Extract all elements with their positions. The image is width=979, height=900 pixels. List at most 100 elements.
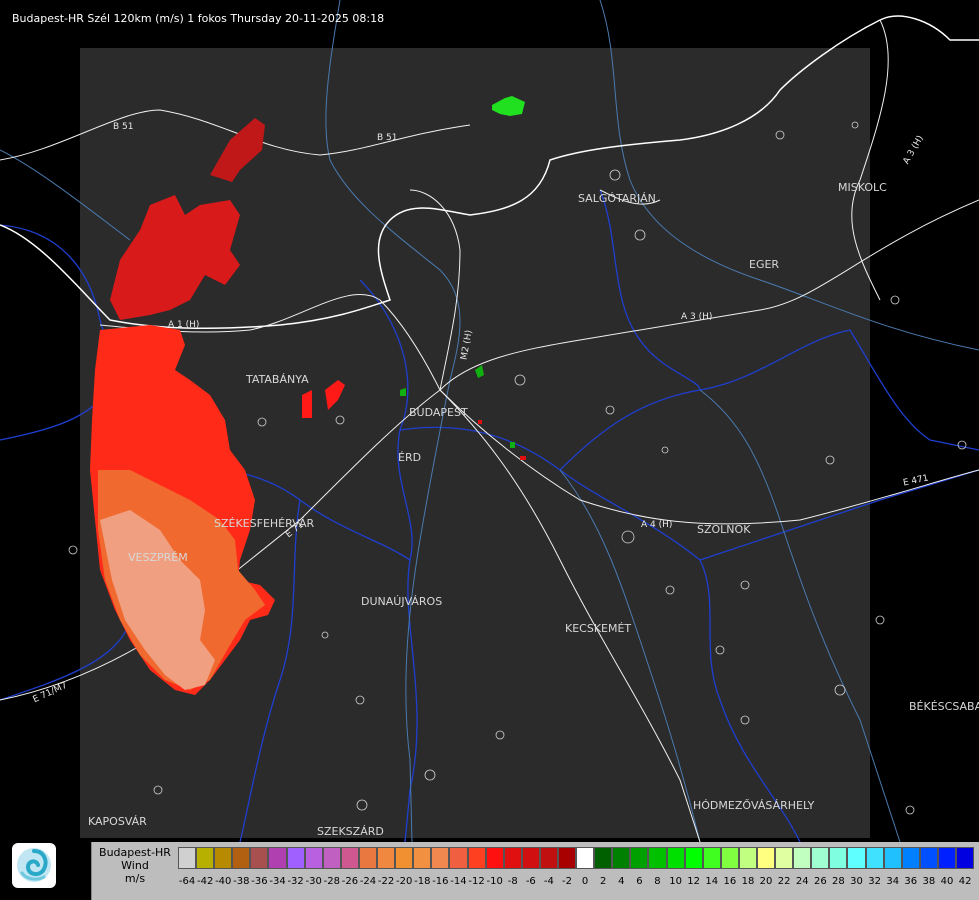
legend-tick-label: -36 <box>251 876 268 887</box>
legend-tick-label: 14 <box>705 876 719 887</box>
radar-map <box>0 0 979 842</box>
legend-tick-label: 2 <box>600 876 607 887</box>
legend-tick-label: -30 <box>305 876 322 887</box>
legend-tick-label: 18 <box>741 876 755 887</box>
legend-tick-label: 26 <box>813 876 827 887</box>
legend-swatch <box>847 847 866 869</box>
legend-swatch <box>539 847 558 869</box>
legend-tick-label: 0 <box>581 876 589 887</box>
legend-tick-label: -34 <box>269 876 286 887</box>
legend-tick-label: -26 <box>341 876 359 887</box>
legend-swatch <box>503 847 522 869</box>
legend-tick-label: -22 <box>377 876 395 887</box>
legend-swatch <box>919 847 938 869</box>
legend-ticks: -64 -42 -40 -38 -36 -34 -32 -30 -28 -26 -24 -22 -20-… <box>178 876 974 887</box>
legend-tick-label: -18 <box>414 876 431 887</box>
legend-swatch <box>178 847 197 869</box>
legend-swatch <box>286 847 305 869</box>
legend-tick-label: 40 <box>940 876 954 887</box>
legend-tick-label: -10 <box>486 876 503 887</box>
legend-tick-label: 42 <box>958 876 972 887</box>
legend-swatch <box>304 847 323 869</box>
legend-tick-label: 16 <box>723 876 737 887</box>
legend-tick-label: -24 <box>359 876 377 887</box>
legend-swatch <box>757 847 776 869</box>
legend-swatch <box>340 847 359 869</box>
legend-tick-label: -16 <box>432 876 449 887</box>
legend-tick-label: -28 <box>323 876 340 887</box>
legend-tick-label: 38 <box>922 876 936 887</box>
city-label: HÓDMEZŐVÁSÁRHELY <box>693 799 815 812</box>
legend-swatch <box>322 847 341 869</box>
legend-swatch <box>865 847 884 869</box>
legend-tick-label: 28 <box>832 876 845 887</box>
map-title: Budapest-HR Szél 120km (m/s) 1 fokos Thu… <box>12 12 385 25</box>
legend-tick-label: -20 <box>396 876 413 887</box>
city-label: BUDAPEST <box>409 406 468 419</box>
city-label: ÉRD <box>398 451 422 464</box>
city-label: DUNAÚJVÁROS <box>361 595 443 608</box>
legend-tick-label: 8 <box>654 876 661 887</box>
legend-tick-label: 34 <box>886 876 900 887</box>
legend-tick-label: -14 <box>450 876 467 887</box>
city-label: KECSKEMÉT <box>565 622 632 635</box>
city-label: MISKOLC <box>838 181 887 194</box>
legend-title-line: m/s <box>124 872 146 885</box>
legend-swatch <box>377 847 396 869</box>
legend-tick-label: -64 <box>178 876 196 887</box>
legend-swatch <box>684 847 703 869</box>
legend-tick-label: -6 <box>525 876 536 887</box>
legend-swatch <box>214 847 233 869</box>
legend-swatch <box>232 847 251 869</box>
legend-tick-label: -32 <box>287 876 304 887</box>
legend-swatch <box>485 847 504 869</box>
legend-tick-label: 36 <box>904 876 918 887</box>
road-label: A 3 (H) <box>681 312 713 322</box>
city-label: SZOLNOK <box>697 523 751 536</box>
logo-icon <box>12 843 56 888</box>
legend-swatch <box>720 847 739 869</box>
color-legend: Budapest-HR Wind m/s -64 -42 -40 -38 -36 -34-… <box>91 842 979 900</box>
road-label: A 4 (H) <box>641 520 673 530</box>
legend-swatch <box>431 847 450 869</box>
legend-swatch <box>268 847 287 869</box>
legend-tick-label: 22 <box>777 876 791 887</box>
legend-swatch <box>250 847 269 869</box>
legend-tick-label: -42 <box>196 876 214 887</box>
legend-swatch <box>413 847 432 869</box>
legend-swatch <box>811 847 830 869</box>
city-label: VESZPRÉM <box>128 551 188 564</box>
legend-swatch <box>196 847 215 869</box>
legend-tick-label: 24 <box>795 876 809 887</box>
city-label: TATABÁNYA <box>246 373 309 386</box>
legend-swatch <box>956 847 975 869</box>
city-label: EGER <box>749 258 780 271</box>
legend-swatch <box>576 847 595 869</box>
legend-tick-label: -38 <box>233 876 250 887</box>
legend-title: Budapest-HR Wind m/s <box>92 846 178 885</box>
legend-tick-label: -2 <box>562 876 572 887</box>
legend-swatch <box>775 847 794 869</box>
legend-swatch <box>901 847 920 869</box>
legend-title-line: Wind <box>121 859 149 872</box>
legend-swatches <box>178 847 975 870</box>
legend-tick-label: 32 <box>868 876 881 887</box>
road-label: B 51 <box>113 122 134 132</box>
legend-swatch <box>702 847 721 869</box>
legend-swatch <box>793 847 812 869</box>
legend-swatch <box>666 847 685 869</box>
legend-swatch <box>883 847 902 869</box>
legend-tick-label: 20 <box>759 876 773 887</box>
legend-swatch <box>937 847 957 869</box>
legend-swatch <box>630 847 649 869</box>
legend-tick-label: 6 <box>636 876 643 887</box>
legend-swatch <box>738 847 757 869</box>
legend-swatch <box>557 847 577 869</box>
legend-tick-label: 12 <box>687 876 701 887</box>
legend-tick-label: -4 <box>543 876 554 887</box>
road-label: A 1 (H) <box>168 320 200 330</box>
city-label: KAPOSVÁR <box>88 815 147 828</box>
legend-tick-label: 4 <box>618 876 625 887</box>
city-label: BÉKÉSCSABA <box>909 700 979 713</box>
legend-swatch <box>594 847 613 869</box>
